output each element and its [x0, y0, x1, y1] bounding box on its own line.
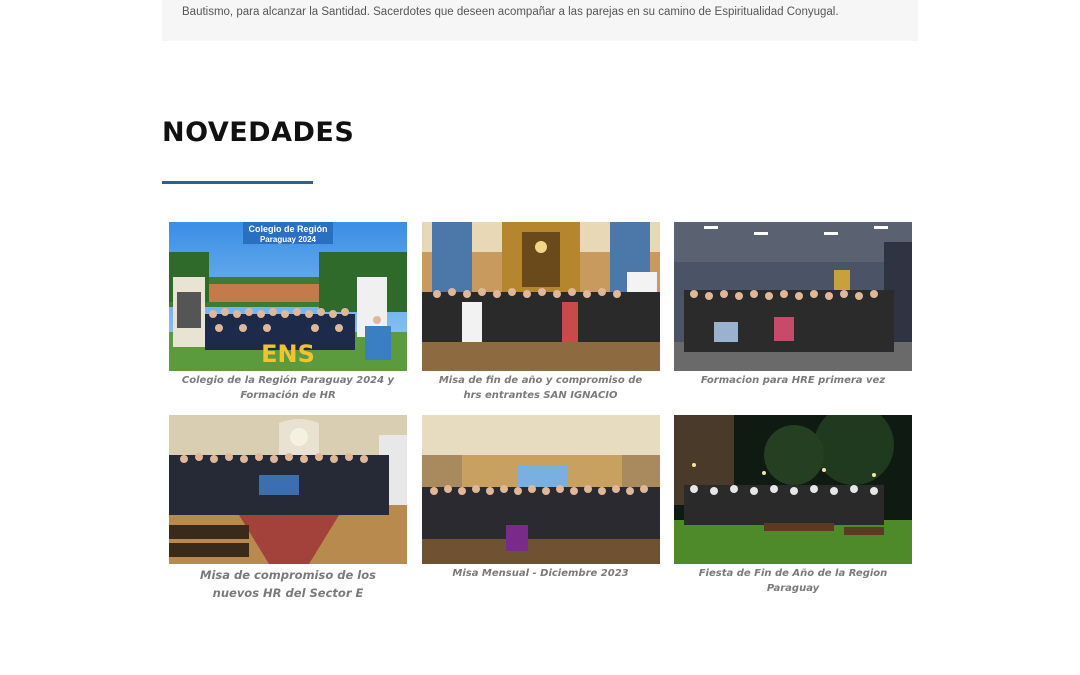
news-photo[interactable]: [421, 222, 660, 371]
news-card-fiesta-fin-de-ano[interactable]: Fiesta de Fin de Año de la Region Paragu…: [674, 415, 912, 608]
news-gallery: Colegio de Región Paraguay 2024 ENS Cole…: [169, 222, 912, 608]
news-card-misa-compromiso-sector-e[interactable]: Misa de compromiso de los nuevos HR del …: [169, 415, 407, 608]
intro-box: Bautismo, para alcanzar la Santidad. Sac…: [162, 0, 918, 41]
news-photo[interactable]: Colegio de Región Paraguay 2024 ENS: [169, 222, 407, 371]
photo-letters: ENS: [261, 340, 315, 368]
news-caption[interactable]: Misa de compromiso de los nuevos HR del …: [169, 566, 407, 602]
news-card-misa-mensual-dic-2023[interactable]: Misa Mensual - Diciembre 2023: [421, 415, 660, 608]
photo-banner-title: Colegio de Región: [248, 224, 327, 234]
news-card-formacion-hre[interactable]: Formacion para HRE primera vez: [674, 222, 912, 415]
photo-banner-subtitle: Paraguay 2024: [260, 235, 317, 244]
news-photo[interactable]: [421, 415, 660, 564]
news-card-misa-fin-de-ano[interactable]: Misa de fin de año y compromiso de hrs e…: [421, 222, 660, 415]
news-card-colegio-region[interactable]: Colegio de Región Paraguay 2024 ENS Cole…: [169, 222, 407, 415]
section-title: NOVEDADES: [162, 117, 355, 148]
news-caption[interactable]: Misa Mensual - Diciembre 2023: [422, 566, 660, 581]
news-caption[interactable]: Fiesta de Fin de Año de la Region Paragu…: [674, 566, 912, 596]
intro-text: Bautismo, para alcanzar la Santidad. Sac…: [182, 6, 839, 18]
news-photo[interactable]: [674, 415, 912, 564]
news-caption[interactable]: Colegio de la Región Paraguay 2024 y For…: [169, 373, 407, 403]
news-caption[interactable]: Formacion para HRE primera vez: [674, 373, 912, 388]
news-caption[interactable]: Misa de fin de año y compromiso de hrs e…: [422, 373, 660, 403]
news-photo[interactable]: [674, 222, 912, 371]
news-photo[interactable]: [169, 415, 407, 564]
title-underline: [162, 181, 313, 184]
